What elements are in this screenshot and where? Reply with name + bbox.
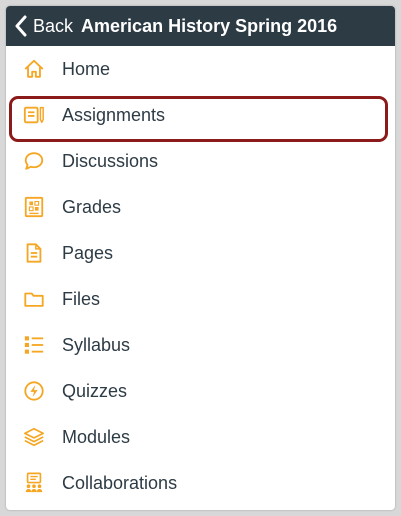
quizzes-icon [22,379,46,403]
menu-item-label: Modules [62,426,131,447]
menu-item-collaborations[interactable]: Collaborations [6,460,395,506]
menu-item-home[interactable]: Home [6,46,395,92]
modules-icon [22,425,46,449]
menu-item-syllabus[interactable]: Syllabus [6,322,395,368]
menu-item-grades[interactable]: Grades [6,184,395,230]
menu-item-files[interactable]: Files [6,276,395,322]
assignments-icon [22,103,46,127]
menu-item-modules[interactable]: Modules [6,414,395,460]
back-label: Back [33,15,74,36]
menu-item-label: Pages [62,242,114,263]
navigation-bar: Back American History Spring 2016 [6,6,395,46]
menu-item-label: Assignments [62,104,166,125]
menu-item-label: Grades [62,196,122,217]
app-window: Back American History Spring 2016 Home A… [6,6,395,510]
grades-icon [22,195,46,219]
menu-item-assignments[interactable]: Assignments [6,92,395,138]
menu-item-label: Discussions [62,150,159,171]
menu-item-label: Home [62,58,111,79]
menu-item-label: Files [62,288,101,309]
menu-item-quizzes[interactable]: Quizzes [6,368,395,414]
folder-icon [22,287,46,311]
discussions-icon [22,149,46,173]
menu-item-label: Quizzes [62,380,128,401]
menu-item-discussions[interactable]: Discussions [6,138,395,184]
menu-item-label: Collaborations [62,472,178,493]
collaborations-icon [22,471,46,495]
menu-item-pages[interactable]: Pages [6,230,395,276]
course-navigation-menu: Home Assignments Discussions Grades Page… [6,46,395,506]
home-icon [22,57,46,81]
back-button[interactable]: Back [14,15,81,37]
pages-icon [22,241,46,265]
course-title: American History Spring 2016 [81,15,338,36]
chevron-left-icon [15,15,27,37]
menu-item-label: Syllabus [62,334,131,355]
syllabus-icon [22,333,46,357]
